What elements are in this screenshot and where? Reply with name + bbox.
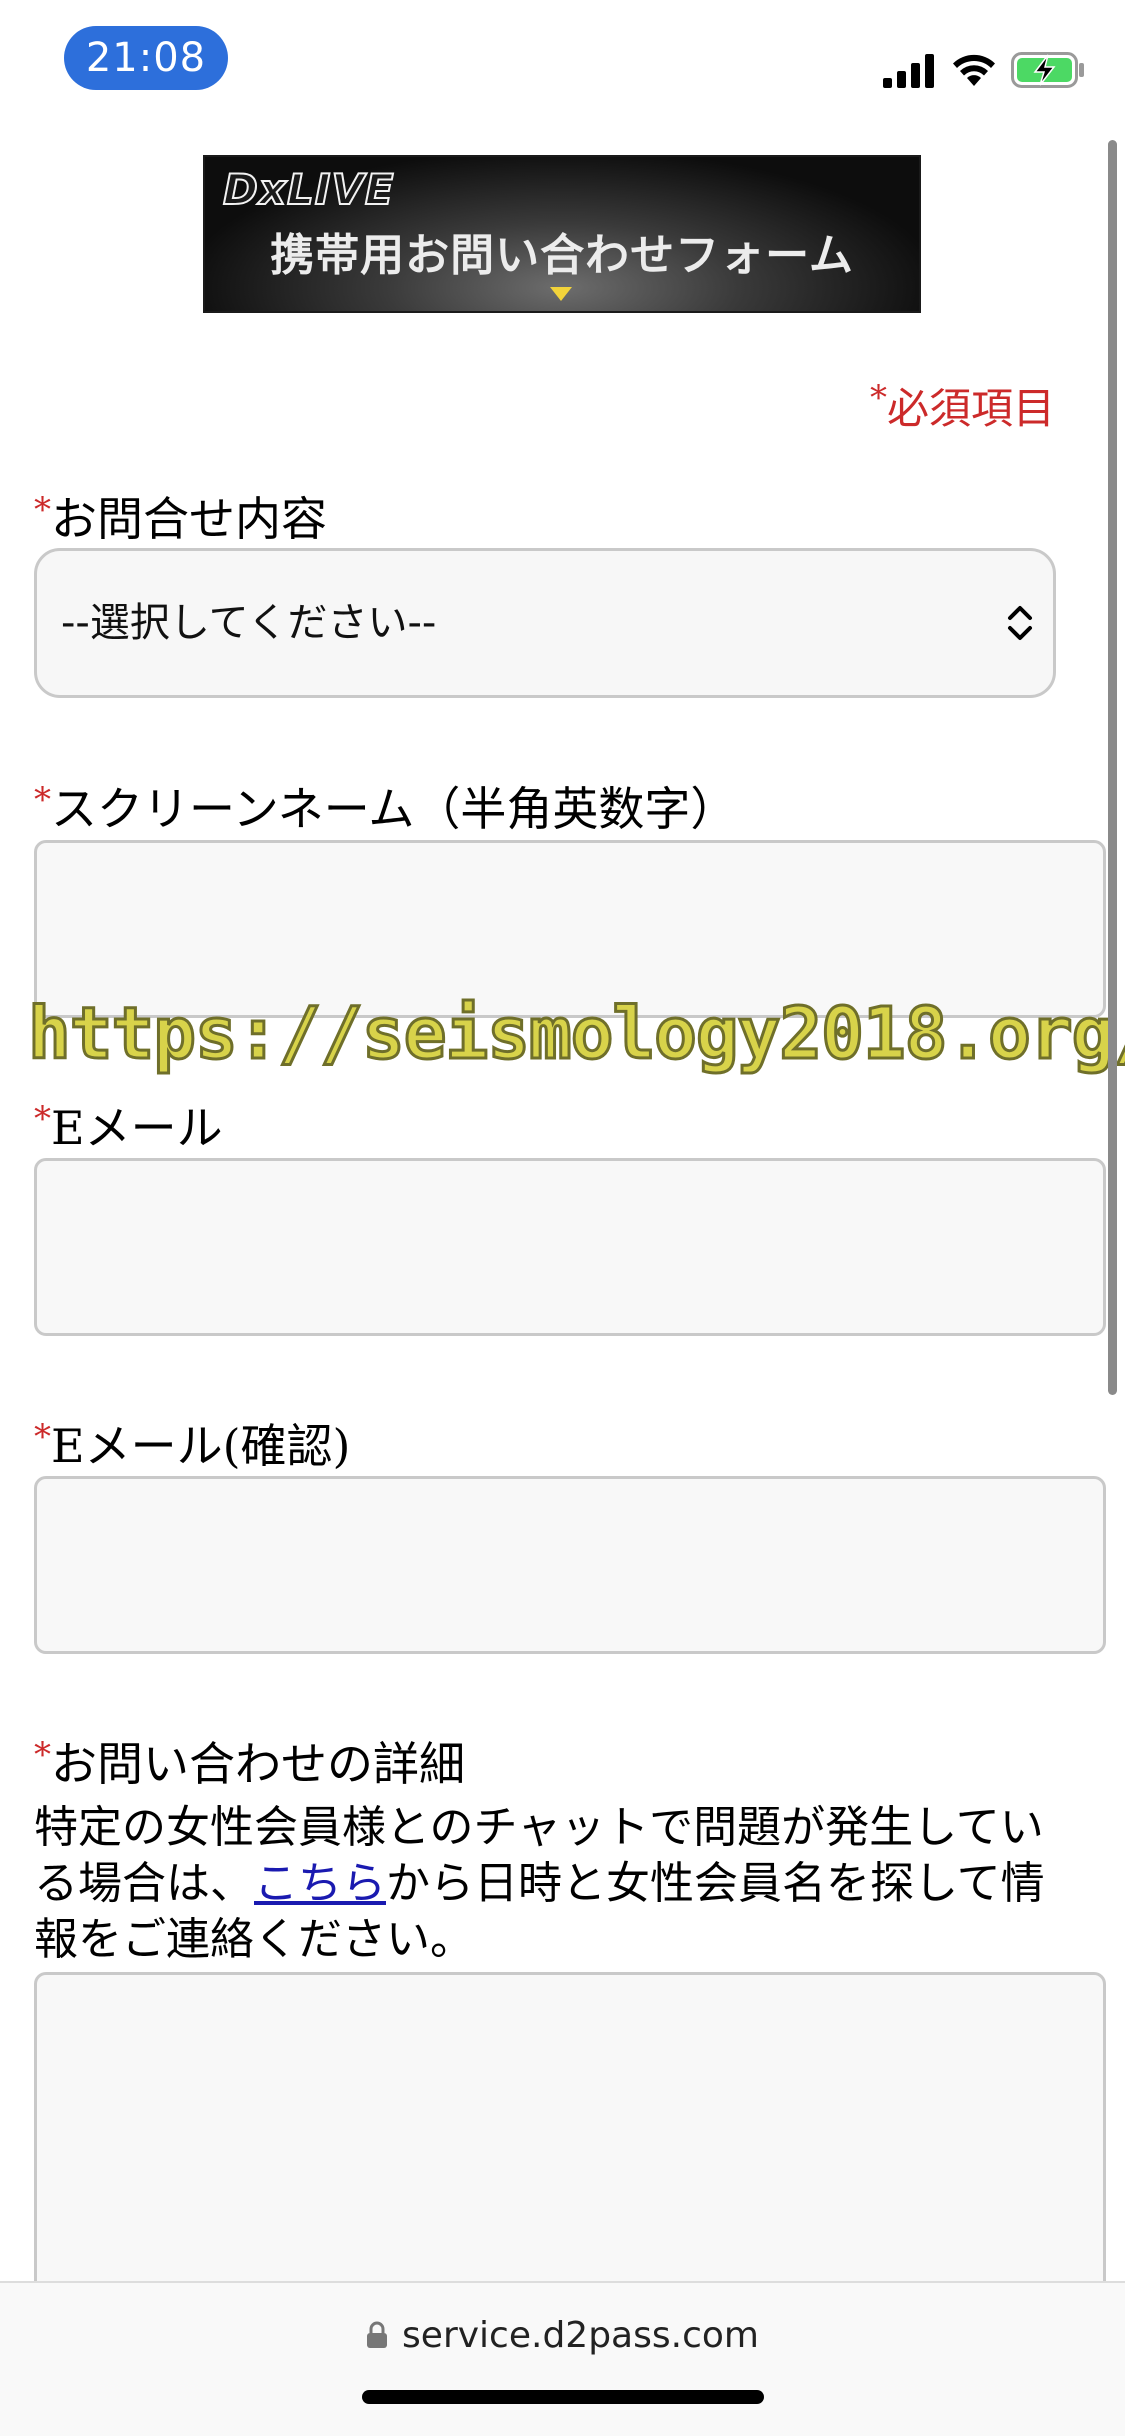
status-icons [883, 44, 1085, 88]
status-bar: 21:08 [0, 0, 1125, 120]
inquiry-type-select[interactable]: --選択してください-- [34, 548, 1056, 698]
screen-name-label-text: スクリーンネーム（半角英数字） [51, 782, 737, 836]
email-label-text: Eメール [51, 1101, 223, 1155]
chevron-up-down-icon [1005, 603, 1035, 647]
email-confirm-label-text: Eメール(確認) [51, 1419, 351, 1473]
email-confirm-input[interactable] [34, 1476, 1106, 1654]
required-star: * [869, 378, 887, 418]
lock-icon [366, 2317, 388, 2358]
details-label: *お問い合わせの詳細 [34, 1728, 465, 1794]
email-label: *Eメール [34, 1092, 223, 1158]
email-confirm-label: *Eメール(確認) [34, 1410, 350, 1476]
details-help-text: 特定の女性会員様とのチャットで問題が発生している場合は、こちらから日時と女性会員… [34, 1800, 1054, 1968]
required-star: * [34, 1417, 51, 1457]
wifi-icon [951, 52, 997, 88]
inquiry-type-selected: --選択してください-- [61, 600, 437, 646]
details-label-text: お問い合わせの詳細 [51, 1737, 465, 1791]
page: 21:08 DxLIVE 携帯用お問い合わせフォーム *必須項目 *お問合せ内容… [0, 0, 1125, 2436]
cellular-signal-icon [883, 54, 937, 88]
required-star: * [34, 780, 51, 820]
brand-logo: DxLIVE [222, 164, 395, 215]
address-content: service.d2pass.com [0, 2315, 1125, 2358]
contact-form-banner: DxLIVE 携帯用お問い合わせフォーム [203, 155, 921, 313]
inquiry-type-label-text: お問合せ内容 [51, 492, 327, 546]
details-textarea[interactable] [34, 1972, 1106, 2312]
required-star: * [34, 1099, 51, 1139]
status-time: 21:08 [64, 26, 228, 90]
required-star: * [34, 1735, 51, 1775]
battery-charging-icon [1011, 52, 1085, 88]
inquiry-type-label: *お問合せ内容 [34, 483, 327, 549]
home-indicator[interactable] [362, 2390, 764, 2404]
email-input[interactable] [34, 1158, 1106, 1336]
screen-name-label: *スクリーンネーム（半角英数字） [34, 773, 736, 839]
chat-history-link[interactable]: こちら [254, 1858, 386, 1909]
required-note-text: 必須項目 [886, 384, 1055, 433]
banner-title: 携帯用お問い合わせフォーム [270, 230, 854, 281]
down-arrow-icon [550, 287, 572, 301]
page-scrollbar[interactable] [1108, 140, 1117, 1395]
address-url: service.d2pass.com [402, 2315, 759, 2356]
watermark-url: https://seismology2018.org/ [26, 991, 1125, 1077]
required-note: *必須項目 [870, 375, 1055, 436]
browser-address-bar[interactable]: service.d2pass.com [0, 2281, 1125, 2436]
required-star: * [34, 490, 51, 530]
